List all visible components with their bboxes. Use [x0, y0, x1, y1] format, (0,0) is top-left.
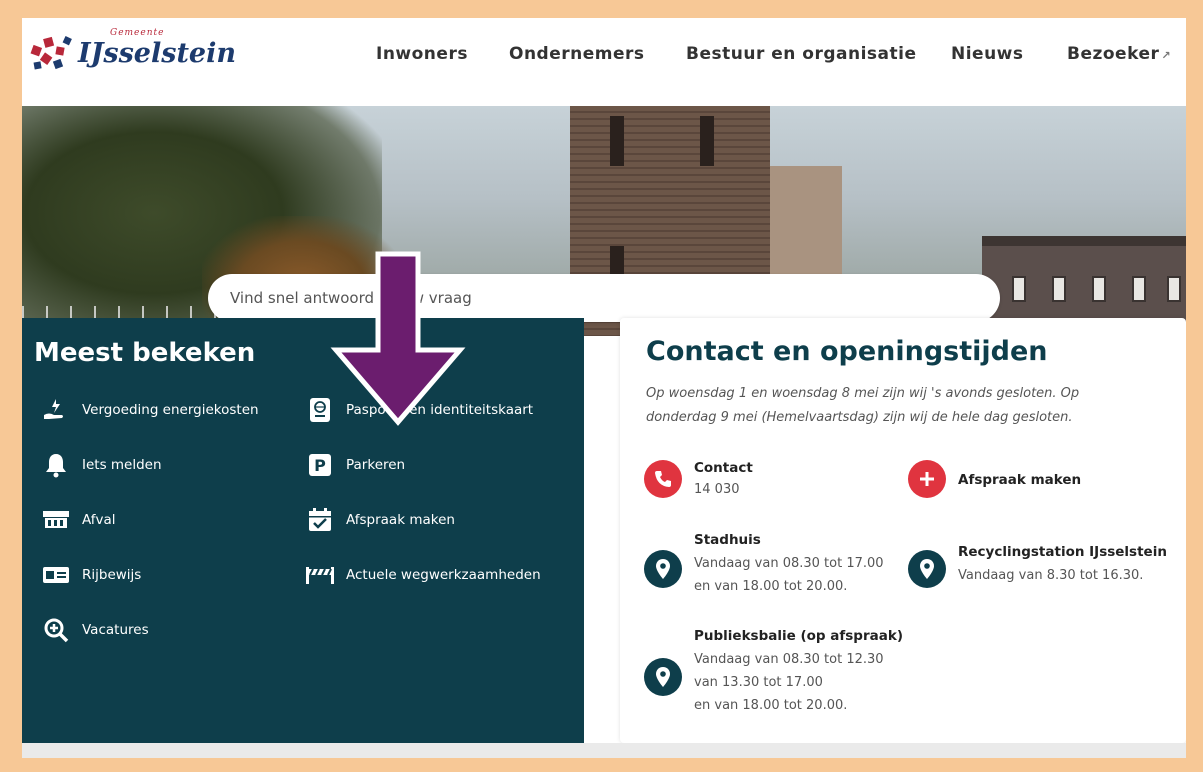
recyclingstation-hours: Vandaag van 8.30 tot 16.30. [958, 568, 1144, 583]
meest-bekeken-title: Meest bekeken [34, 338, 256, 368]
bell-icon [40, 451, 72, 479]
parking-icon: P [304, 451, 336, 479]
link-label: Actuele wegwerkzaamheden [346, 567, 541, 583]
meest-bekeken-panel: Meest bekeken Vergoeding energiekosten I… [22, 318, 584, 743]
phone-icon [644, 460, 682, 498]
recyclingstation-info[interactable]: Recyclingstation IJsselstein Vandaag van… [908, 544, 1184, 604]
calendar-check-icon [304, 506, 336, 534]
house-window [1132, 276, 1146, 302]
house-window [1012, 276, 1026, 302]
external-link-icon: ↗ [1161, 49, 1172, 62]
location-pin-icon [908, 550, 946, 588]
page-bottom-strip [22, 743, 1186, 758]
hero-image: Vind snel antwoord op uw vraag [22, 106, 1186, 336]
link-vacatures[interactable]: Vacatures [40, 615, 149, 645]
tower-window [610, 116, 624, 166]
link-afspraak-maken[interactable]: Afspraak maken [304, 505, 455, 535]
link-iets-melden[interactable]: Iets melden [40, 450, 162, 480]
link-label: Rijbewijs [82, 567, 142, 583]
contact-note: Op woensdag 1 en woensdag 8 mei zijn wij… [646, 386, 1080, 425]
stadhuis-info[interactable]: Stadhuis Vandaag van 08.30 tot 17.00 en … [644, 532, 904, 612]
stadhuis-hours-2: en van 18.00 tot 20.00. [694, 579, 848, 594]
search-plus-icon [40, 616, 72, 644]
publieksbalie-label: Publieksbalie (op afspraak) [694, 628, 903, 644]
nav-nieuws[interactable]: Nieuws [951, 44, 1024, 68]
page-frame: Gemeente IJsselstein Inwoners Ondernemer… [22, 18, 1186, 758]
stadhuis-hours-1: Vandaag van 08.30 tot 17.00 [694, 556, 884, 571]
link-label: Iets melden [82, 457, 162, 473]
nav-ondernemers[interactable]: Ondernemers [509, 44, 645, 68]
link-label: Parkeren [346, 457, 406, 473]
link-rijbewijs[interactable]: Rijbewijs [40, 560, 141, 590]
contact-panel: Contact en openingstijden Op woensdag 1 … [620, 318, 1186, 743]
stadhuis-label: Stadhuis [694, 532, 761, 548]
nav-bestuur-en-organisatie[interactable]: Bestuur en organisatie [686, 44, 917, 68]
waste-container-icon [40, 506, 72, 534]
house-window [1092, 276, 1106, 302]
link-actuele-wegwerkzaamheden[interactable]: Actuele wegwerkzaamheden [304, 560, 541, 590]
annotation-arrow-icon [330, 251, 466, 426]
link-afval[interactable]: Afval [40, 505, 116, 535]
house-window [1167, 276, 1181, 302]
nav-bezoeker-label: Bezoeker [1067, 44, 1160, 64]
site-logo[interactable]: Gemeente IJsselstein [28, 28, 238, 78]
link-label: Afspraak maken [346, 512, 455, 528]
afspraak-maken-label: Afspraak maken [958, 472, 1082, 488]
link-label: Vacatures [82, 622, 149, 638]
logo-mark-icon [30, 36, 72, 70]
contact-phone[interactable]: Contact 14 030 [644, 460, 904, 506]
publieksbalie-hours-1: Vandaag van 08.30 tot 12.30 [694, 652, 884, 667]
drivers-license-icon [40, 561, 72, 589]
link-vergoeding-energiekosten[interactable]: Vergoeding energiekosten [40, 395, 259, 425]
contact-number: 14 030 [694, 482, 740, 497]
plus-icon [908, 460, 946, 498]
logo-name: IJsselstein [78, 38, 236, 69]
contact-label: Contact [694, 460, 753, 476]
afspraak-maken-link[interactable]: Afspraak maken [908, 460, 1168, 506]
location-pin-icon [644, 550, 682, 588]
energy-hand-icon [40, 396, 72, 424]
tower-window [700, 116, 714, 166]
nav-bezoeker[interactable]: Bezoeker ↗ [1067, 44, 1171, 68]
nav-inwoners[interactable]: Inwoners [376, 44, 468, 68]
publieksbalie-hours-3: en van 18.00 tot 20.00. [694, 698, 848, 713]
location-pin-icon [644, 658, 682, 696]
recyclingstation-label: Recyclingstation IJsselstein [958, 544, 1167, 560]
house-window [1052, 276, 1066, 302]
link-label: Vergoeding energiekosten [82, 402, 259, 418]
contact-title: Contact en openingstijden [646, 336, 1048, 367]
logo-subtitle: Gemeente [110, 28, 165, 38]
roadworks-icon [304, 561, 336, 589]
search-input[interactable]: Vind snel antwoord op uw vraag [208, 274, 1000, 322]
publieksbalie-hours-2: van 13.30 tot 17.00 [694, 675, 823, 690]
link-parkeren[interactable]: P Parkeren [304, 450, 405, 480]
link-label: Afval [82, 512, 116, 528]
site-header: Gemeente IJsselstein Inwoners Ondernemer… [22, 18, 1186, 106]
svg-text:P: P [314, 456, 326, 475]
publieksbalie-info[interactable]: Publieksbalie (op afspraak) Vandaag van … [644, 628, 924, 728]
